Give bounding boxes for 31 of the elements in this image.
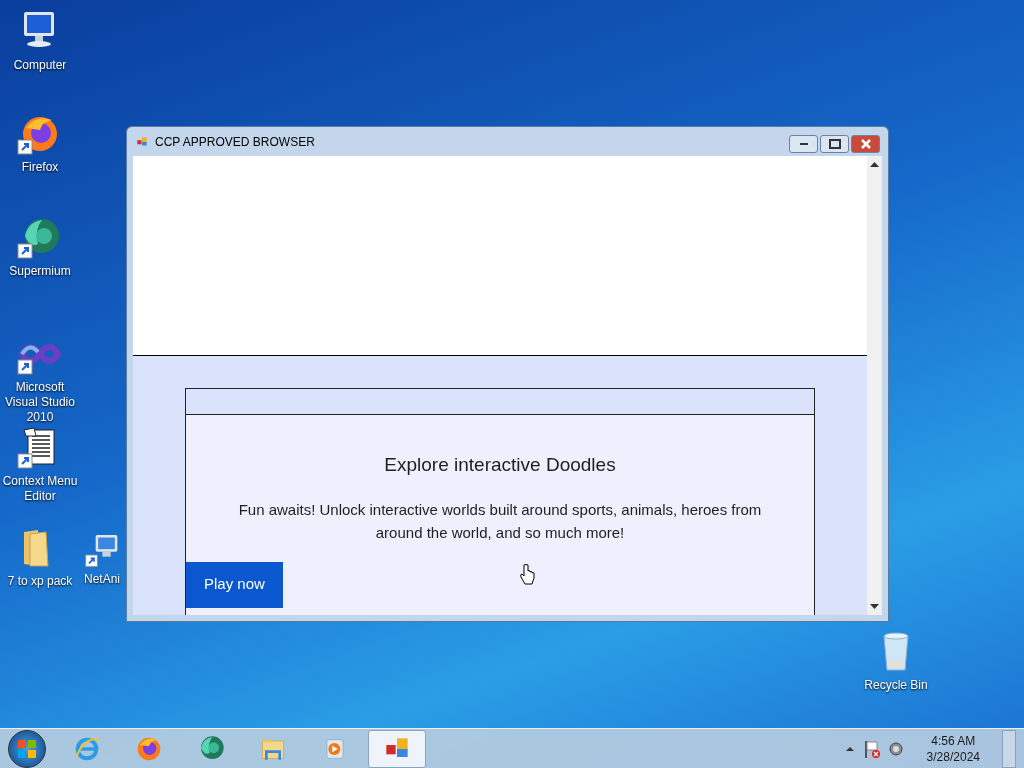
maximize-icon <box>828 139 841 149</box>
scroll-down-icon[interactable] <box>870 604 879 610</box>
icon-label[interactable]: 7 to xp pack <box>7 574 73 589</box>
show-hidden-icons-icon[interactable] <box>844 744 855 753</box>
maximize-button[interactable] <box>820 135 849 153</box>
window-title: CCP APPROVED BROWSER <box>155 133 316 151</box>
speaker-icon[interactable] <box>888 741 903 756</box>
icon-label[interactable]: Context Menu Editor <box>2 474 78 504</box>
windows-logo-icon <box>16 737 38 760</box>
minimize-button[interactable] <box>789 135 818 153</box>
icon-label[interactable]: NetAni <box>84 572 121 587</box>
close-icon <box>860 139 871 149</box>
app-icon <box>135 134 149 149</box>
icon-label[interactable]: Computer <box>13 58 67 73</box>
play-button[interactable]: Play now <box>186 561 283 608</box>
start-button[interactable] <box>8 729 46 768</box>
description: Fun awaits! Unlock interactive worlds built around sports, animals, heroes from around the world, and so much more! <box>237 499 763 543</box>
scroll-up-icon[interactable] <box>870 161 879 167</box>
flag-icon[interactable] <box>862 738 881 759</box>
heading: Explore interactive Doodles <box>383 453 617 477</box>
clock-date[interactable]: 3/28/2024 <box>926 748 980 765</box>
close-button[interactable] <box>851 135 880 153</box>
scrollbar[interactable] <box>867 156 882 615</box>
icon-label[interactable]: Supermium <box>9 264 71 279</box>
clock-time[interactable]: 4:56 AM <box>931 732 976 749</box>
icon-label[interactable]: Recycle Bin <box>864 678 928 693</box>
hand-cursor-icon <box>519 563 535 586</box>
icon-label[interactable]: Microsoft Visual Studio 2010 <box>2 380 78 425</box>
app-button[interactable] <box>368 729 426 768</box>
minimize-icon <box>799 143 808 145</box>
icon-label[interactable]: Firefox <box>21 160 59 175</box>
